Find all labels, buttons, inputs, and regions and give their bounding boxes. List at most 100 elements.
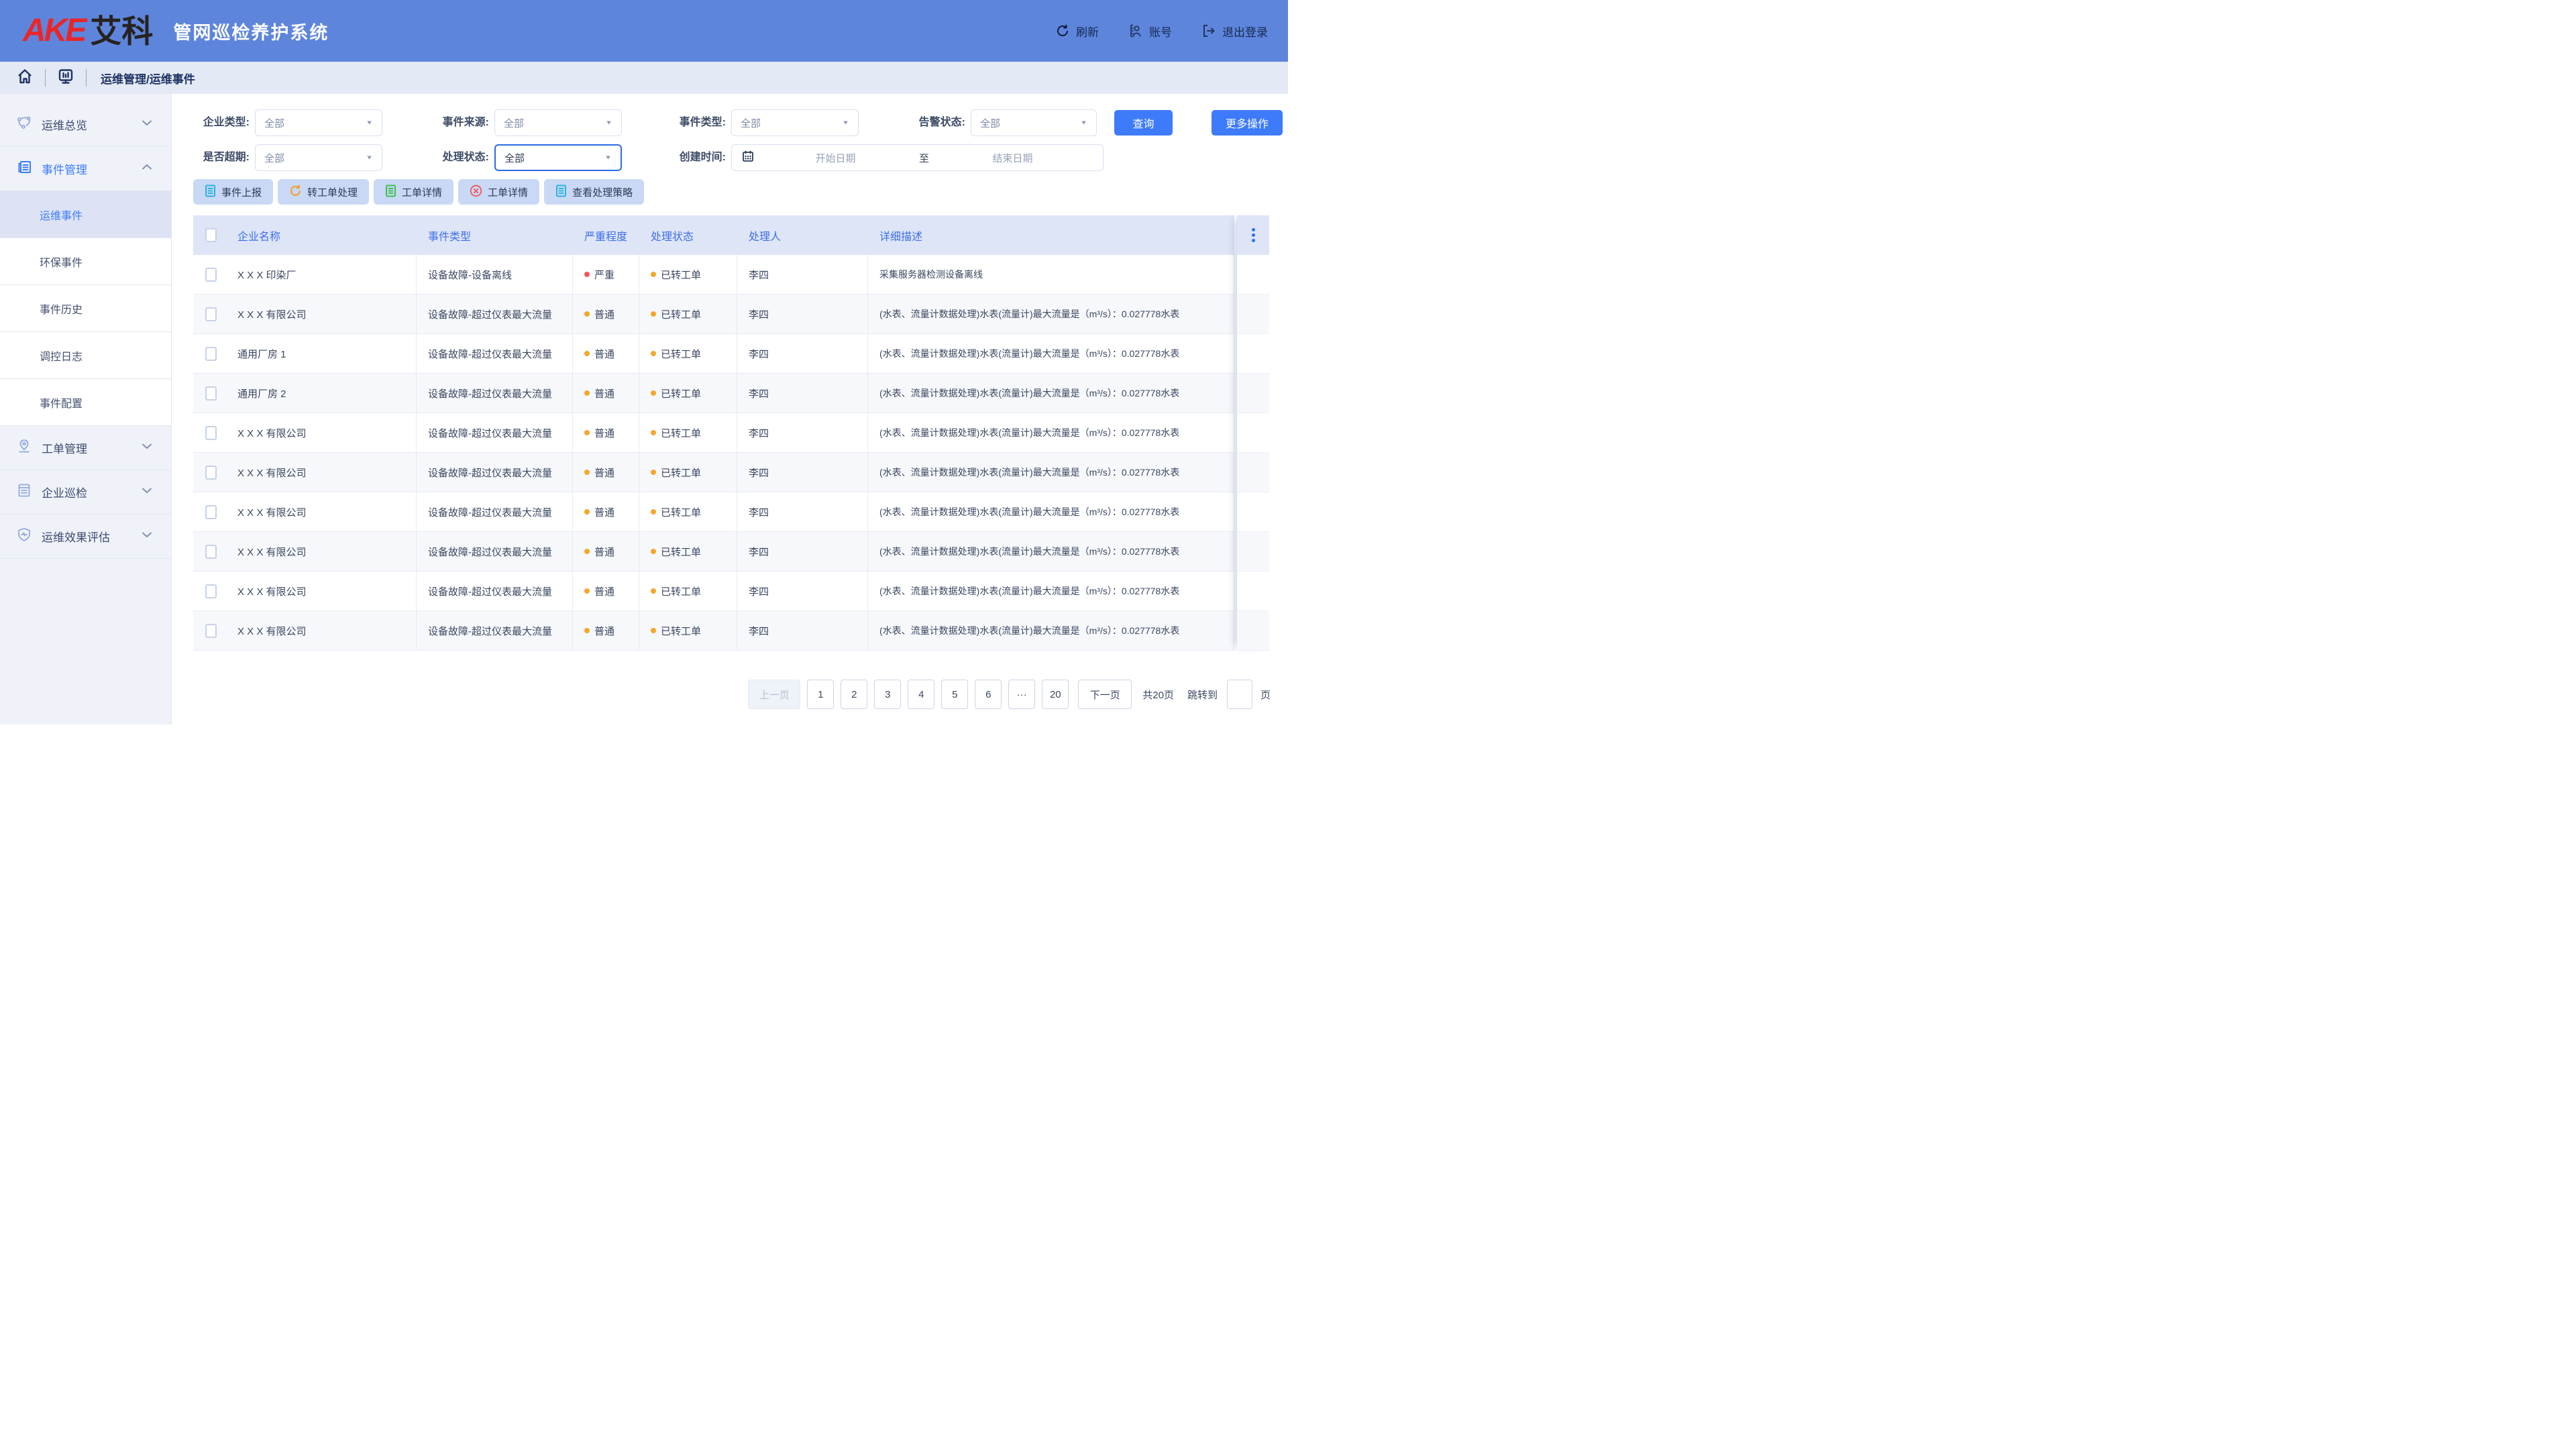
sidebar-item-event-management[interactable]: 事件管理 [0,147,171,191]
page-number-button[interactable]: 3 [874,680,901,709]
workorder-close-button[interactable]: 工单详情 [458,179,539,205]
page-number-button[interactable]: 20 [1042,680,1069,709]
handler-cell: 李四 [737,294,868,334]
logo-chinese: 艾科 [90,15,153,47]
handler-cell: 李四 [737,572,868,611]
row-checkbox[interactable] [205,426,217,440]
row-checkbox[interactable] [205,505,217,519]
dashboard-monitor-icon[interactable] [57,68,74,89]
handler-cell: 李四 [737,532,868,572]
fixed-column-cells [1237,255,1269,651]
more-actions-button[interactable]: 更多操作 [1212,110,1283,136]
severity-text: 普通 [594,545,614,559]
status-dot [651,549,656,554]
select-value: 全部 [980,116,1000,130]
sidebar-item-effect-eval[interactable]: 运维效果评估 [0,515,171,559]
event-type-cell: 设备故障-超过仪表最大流量 [417,453,573,492]
page-number-button[interactable]: 2 [841,680,867,709]
handler-cell: 李四 [737,611,868,651]
handler-cell: 李四 [737,413,868,453]
description-cell: (水表、流量计数据处理)水表(流量计)最大流量是（m³/s）：0.027778水… [868,334,1234,374]
sidebar-item-control-log[interactable]: 调控日志 [0,332,171,379]
company-name: 通用厂房 1 [237,347,286,361]
jump-page-input[interactable] [1227,680,1252,709]
alarm-status-select[interactable]: 全部▼ [971,109,1097,136]
caret-down-icon: ▼ [605,119,612,126]
sidebar-item-event-history[interactable]: 事件历史 [0,285,171,332]
events-table: 企业名称 事件类型 严重程度 处理状态 处理人 详细描述 X X X 印染厂 设… [193,215,1234,651]
account-button[interactable]: 账号 [1128,23,1172,40]
search-button[interactable]: 查询 [1114,110,1173,136]
start-date-placeholder[interactable]: 开始日期 [755,151,916,165]
row-checkbox[interactable] [205,386,217,400]
button-label: 事件上报 [221,185,262,199]
row-checkbox[interactable] [205,545,217,559]
refresh-icon [1055,23,1070,38]
severity-dot [584,628,590,633]
home-icon[interactable] [16,68,34,89]
refresh-button[interactable]: 刷新 [1055,23,1099,40]
sidebar-item-env-events[interactable]: 环保事件 [0,238,171,285]
row-checkbox[interactable] [205,347,217,361]
sidebar-item-event-config[interactable]: 事件配置 [0,379,171,426]
event-type-cell: 设备故障-超过仪表最大流量 [417,334,573,374]
event-report-button[interactable]: 事件上报 [193,179,273,205]
sidebar-item-workorder[interactable]: 工单管理 [0,426,171,470]
logout-button[interactable]: 退出登录 [1201,23,1268,40]
severity-text: 普通 [594,307,614,321]
company-name: X X X 有限公司 [237,505,307,519]
description-cell: (水表、流量计数据处理)水表(流量计)最大流量是（m³/s）：0.027778水… [868,532,1234,572]
select-all-checkbox[interactable] [205,228,217,242]
event-type-cell: 设备故障-超过仪表最大流量 [417,413,573,453]
page-number-button[interactable]: 5 [941,680,968,709]
handle-status-select[interactable]: 全部▼ [494,144,622,171]
page-number-button[interactable]: 6 [975,680,1002,709]
description-cell: 采集服务器检测设备离线 [868,255,1234,294]
severity-dot [584,272,590,277]
status-dot [651,588,656,594]
row-checkbox[interactable] [205,268,217,282]
event-source-select[interactable]: 全部▼ [494,109,622,136]
chevron-up-icon [140,160,154,177]
column-header-description: 详细描述 [868,227,1234,244]
app-header: AKE 艾科 管网巡检养护系统 刷新 账号 退出登录 [0,0,1288,62]
row-checkbox[interactable] [205,466,217,480]
event-type-select[interactable]: 全部▼ [731,109,859,136]
sidebar-item-label: 运维效果评估 [42,528,110,545]
description-cell: (水表、流量计数据处理)水表(流量计)最大流量是（m³/s）：0.027778水… [868,374,1234,413]
event-source-label: 事件来源: [429,109,489,136]
overdue-select[interactable]: 全部▼ [255,144,382,171]
end-date-placeholder[interactable]: 结束日期 [932,151,1093,165]
button-label: 工单详情 [402,185,442,199]
page-ellipsis-button[interactable]: ··· [1008,680,1035,709]
app-logo: AKE 艾科 [23,15,153,47]
kebab-menu-icon[interactable] [1252,228,1255,242]
page-number-button[interactable]: 1 [807,680,834,709]
handler-cell: 李四 [737,374,868,413]
next-page-button[interactable]: 下一页 [1078,680,1132,709]
page-unit-label: 页 [1260,688,1271,702]
app-title: 管网巡检养护系统 [173,18,329,44]
breadcrumb: 运维管理/运维事件 [101,70,195,87]
date-range-picker[interactable]: 开始日期 至 结束日期 [731,144,1104,171]
status-dot [651,430,656,435]
status-dot [651,390,656,396]
sidebar-item-inspection[interactable]: 企业巡检 [0,470,171,515]
prev-page-button[interactable]: 上一页 [748,680,800,709]
status-dot [651,351,656,356]
page-number-button[interactable]: 4 [908,680,934,709]
chevron-down-icon [140,528,154,545]
logo-latin: AKE [23,15,85,47]
sidebar-item-overview[interactable]: 运维总览 [0,103,171,147]
page-number-buttons: 123456··· 20 [807,680,1069,709]
workorder-detail-button[interactable]: 工单详情 [374,179,453,205]
handler-cell: 李四 [737,492,868,532]
transfer-workorder-button[interactable]: 转工单处理 [278,179,369,205]
row-checkbox[interactable] [205,624,217,638]
severity-text: 普通 [594,386,614,400]
row-checkbox[interactable] [205,584,217,598]
enterprise-type-select[interactable]: 全部▼ [255,109,382,136]
row-checkbox[interactable] [205,307,217,321]
view-strategy-button[interactable]: 查看处理策略 [544,179,644,205]
sidebar-item-ops-events[interactable]: 运维事件 [0,191,171,238]
